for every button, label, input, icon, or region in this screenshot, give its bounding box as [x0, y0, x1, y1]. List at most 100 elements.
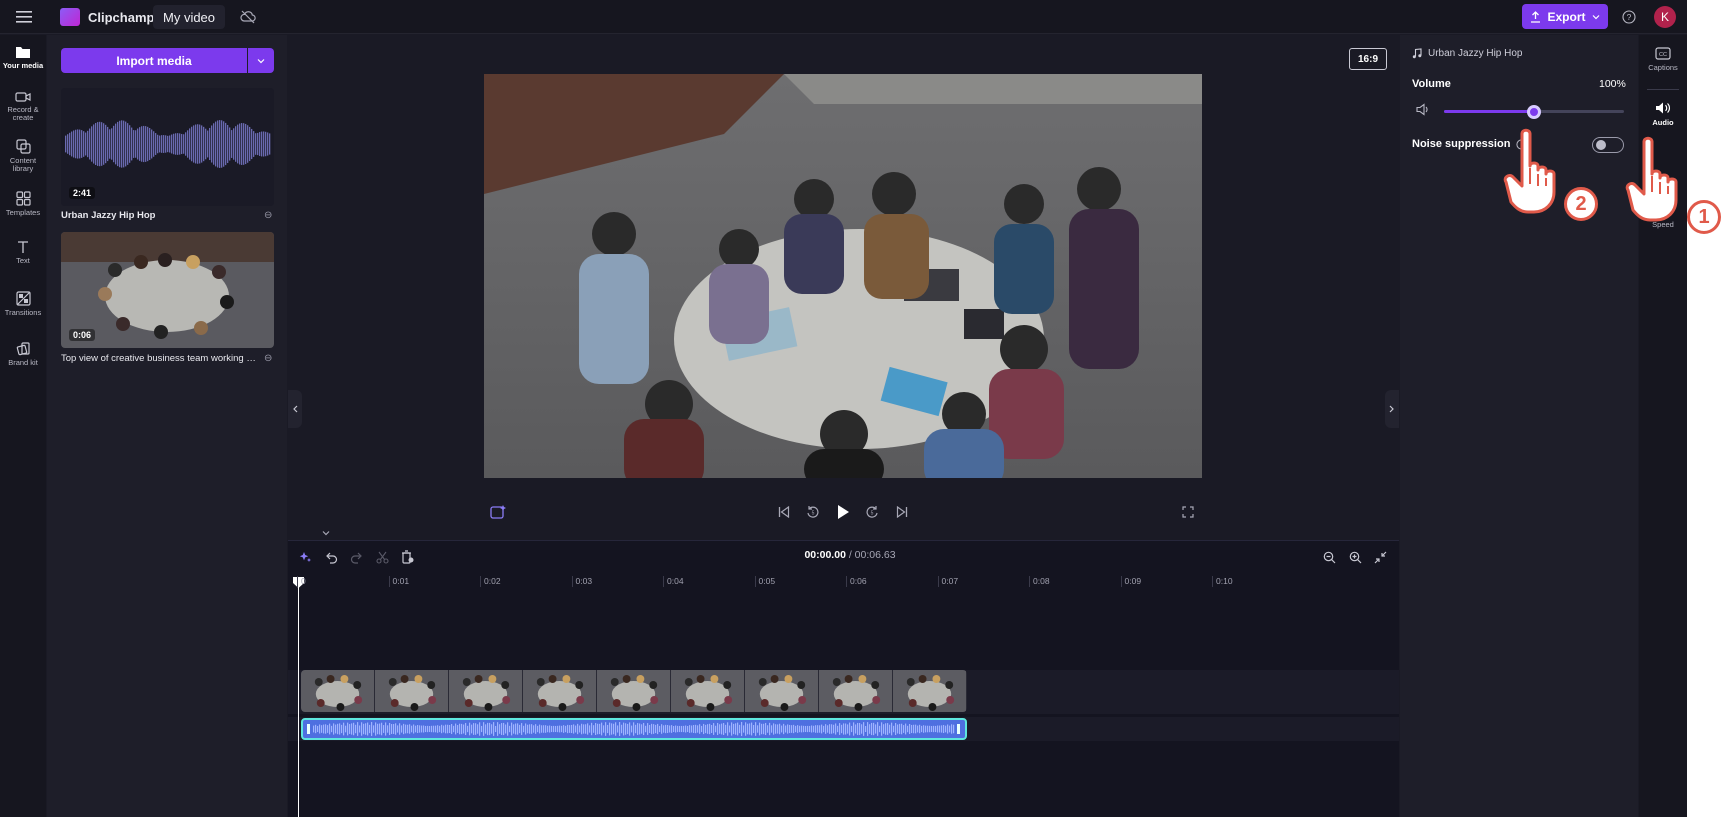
rail-item-transitions[interactable]: Transitions: [0, 291, 46, 317]
media-title: Top view of creative business team worki…: [61, 353, 257, 364]
media-item-video[interactable]: 0:06: [61, 232, 274, 348]
rail-label: Brand kit: [8, 358, 38, 367]
undo-icon[interactable]: [322, 548, 340, 566]
rail-item-text[interactable]: Text: [0, 240, 46, 265]
zoom-out-icon[interactable]: [1320, 548, 1338, 566]
media-item-audio[interactable]: 2:41: [61, 88, 274, 206]
noise-suppression-toggle[interactable]: [1592, 137, 1624, 153]
video-clip-frame: [301, 670, 375, 712]
collapse-media-panel-button[interactable]: [288, 390, 302, 428]
help-icon[interactable]: ?: [1622, 0, 1636, 34]
templates-icon: [15, 191, 31, 206]
import-options-button[interactable]: [248, 48, 274, 73]
rail-label: Transitions: [4, 308, 42, 317]
rail-label: Text: [16, 256, 30, 265]
folder-icon: [16, 47, 30, 58]
volume-label: Volume: [1412, 78, 1451, 90]
svg-text:?: ?: [1627, 12, 1632, 22]
noise-suppression-text: Noise suppression: [1412, 138, 1511, 150]
aspect-ratio-button[interactable]: 16:9: [1349, 48, 1387, 70]
rail-item-templates[interactable]: Templates: [0, 191, 46, 217]
video-clip-frame: [449, 670, 523, 712]
delete-icon[interactable]: [398, 548, 416, 566]
timeline-tick: 0:10: [1212, 576, 1233, 587]
speaker-icon[interactable]: [1416, 103, 1431, 121]
left-navigation-rail: Your media Record & create Content libra…: [0, 35, 46, 817]
video-clip-frame: [745, 670, 819, 712]
step-1-callout: 1: [1687, 200, 1721, 234]
playhead[interactable]: [298, 582, 299, 817]
zoom-in-icon[interactable]: [1346, 548, 1364, 566]
preview-image: [484, 74, 1202, 478]
top-bar: Clipchamp My video Export ? K: [0, 0, 1687, 34]
timeline-tick-label: 0: [301, 576, 306, 586]
magic-tools-icon[interactable]: [296, 548, 314, 566]
rail-label: Captions: [1648, 63, 1678, 72]
redo-icon[interactable]: [347, 548, 365, 566]
video-clip-frame: [819, 670, 893, 712]
avatar[interactable]: K: [1654, 6, 1676, 28]
timeline-tick-label: 0:06: [850, 576, 867, 586]
cloud-sync-off-icon[interactable]: [240, 0, 256, 34]
rail-label: Templates: [5, 208, 41, 217]
fullscreen-icon[interactable]: [1179, 503, 1197, 521]
audio-clip[interactable]: [301, 718, 967, 740]
svg-text:5: 5: [812, 511, 815, 517]
menu-icon[interactable]: [14, 0, 34, 34]
timeline-tick: 0: [297, 576, 306, 587]
magic-edit-icon[interactable]: [489, 503, 507, 521]
svg-text:CC: CC: [1659, 52, 1667, 58]
split-scissors-icon[interactable]: [373, 548, 391, 566]
fit-timeline-icon[interactable]: [1371, 548, 1389, 566]
rail-item-your-media[interactable]: Your media: [0, 45, 46, 70]
timeline-tick: 0:02: [480, 576, 501, 587]
audio-clip-waveform: [307, 722, 960, 736]
chevron-left-icon: [293, 405, 298, 413]
timeline-tick: 0:04: [663, 576, 684, 587]
rail-item-brand-kit[interactable]: Brand kit: [0, 341, 46, 367]
project-name-field[interactable]: My video: [153, 5, 226, 29]
audio-icon: [1656, 102, 1670, 114]
rail-item-content-library[interactable]: Content library: [0, 139, 46, 173]
text-icon: [18, 241, 28, 253]
rail-item-captions[interactable]: CC Captions: [1639, 47, 1687, 72]
track-title: Urban Jazzy Hip Hop: [1428, 48, 1523, 59]
video-clip-frame: [523, 670, 597, 712]
timeline-tick-label: 0:10: [1216, 576, 1233, 586]
skip-to-end-icon[interactable]: [893, 503, 911, 521]
chevron-down-icon: [257, 58, 265, 63]
skip-to-start-icon[interactable]: [775, 503, 793, 521]
timeline-tick-label: 0:02: [484, 576, 501, 586]
timeline-tick-label: 0:08: [1033, 576, 1050, 586]
timeline-tick: 0:09: [1120, 576, 1141, 587]
rail-label: Record & create: [7, 105, 39, 122]
collapse-timeline-icon[interactable]: [318, 527, 334, 539]
chevron-down-icon: [1592, 14, 1599, 19]
media-options-icon[interactable]: ⊖: [264, 210, 272, 221]
timeline-tick: 0:07: [937, 576, 959, 587]
video-clip-frame: [671, 670, 745, 712]
timeline-tick-label: 0:04: [667, 576, 684, 586]
play-button[interactable]: [834, 503, 852, 521]
timeline-tick: 0:06: [846, 576, 867, 587]
app-name: Clipchamp: [88, 9, 155, 25]
collapse-properties-panel-button[interactable]: [1385, 390, 1399, 428]
step-2-callout: 2: [1564, 187, 1598, 221]
timeline-tick-label: 0:07: [941, 576, 959, 586]
import-media-button[interactable]: Import media: [61, 48, 247, 73]
media-duration: 2:41: [69, 187, 96, 199]
chevron-right-icon: [1389, 405, 1394, 413]
brand-kit-icon: [16, 342, 30, 356]
rewind-5s-icon[interactable]: 5: [804, 503, 822, 521]
timeline-tick: 0:03: [571, 576, 592, 587]
rail-item-record-create[interactable]: Record & create: [0, 91, 46, 122]
rail-label: Your media: [2, 61, 44, 70]
video-clip[interactable]: [301, 670, 967, 712]
video-clip-frame: [597, 670, 671, 712]
music-note-icon: [1412, 48, 1422, 59]
forward-5s-icon[interactable]: 5: [863, 503, 881, 521]
svg-text:5: 5: [871, 511, 874, 517]
media-options-icon[interactable]: ⊖: [264, 353, 272, 364]
media-panel: Import media 2:41 Urban Jazzy Hip Hop ⊖ …: [47, 35, 287, 817]
export-button[interactable]: Export: [1522, 4, 1608, 29]
